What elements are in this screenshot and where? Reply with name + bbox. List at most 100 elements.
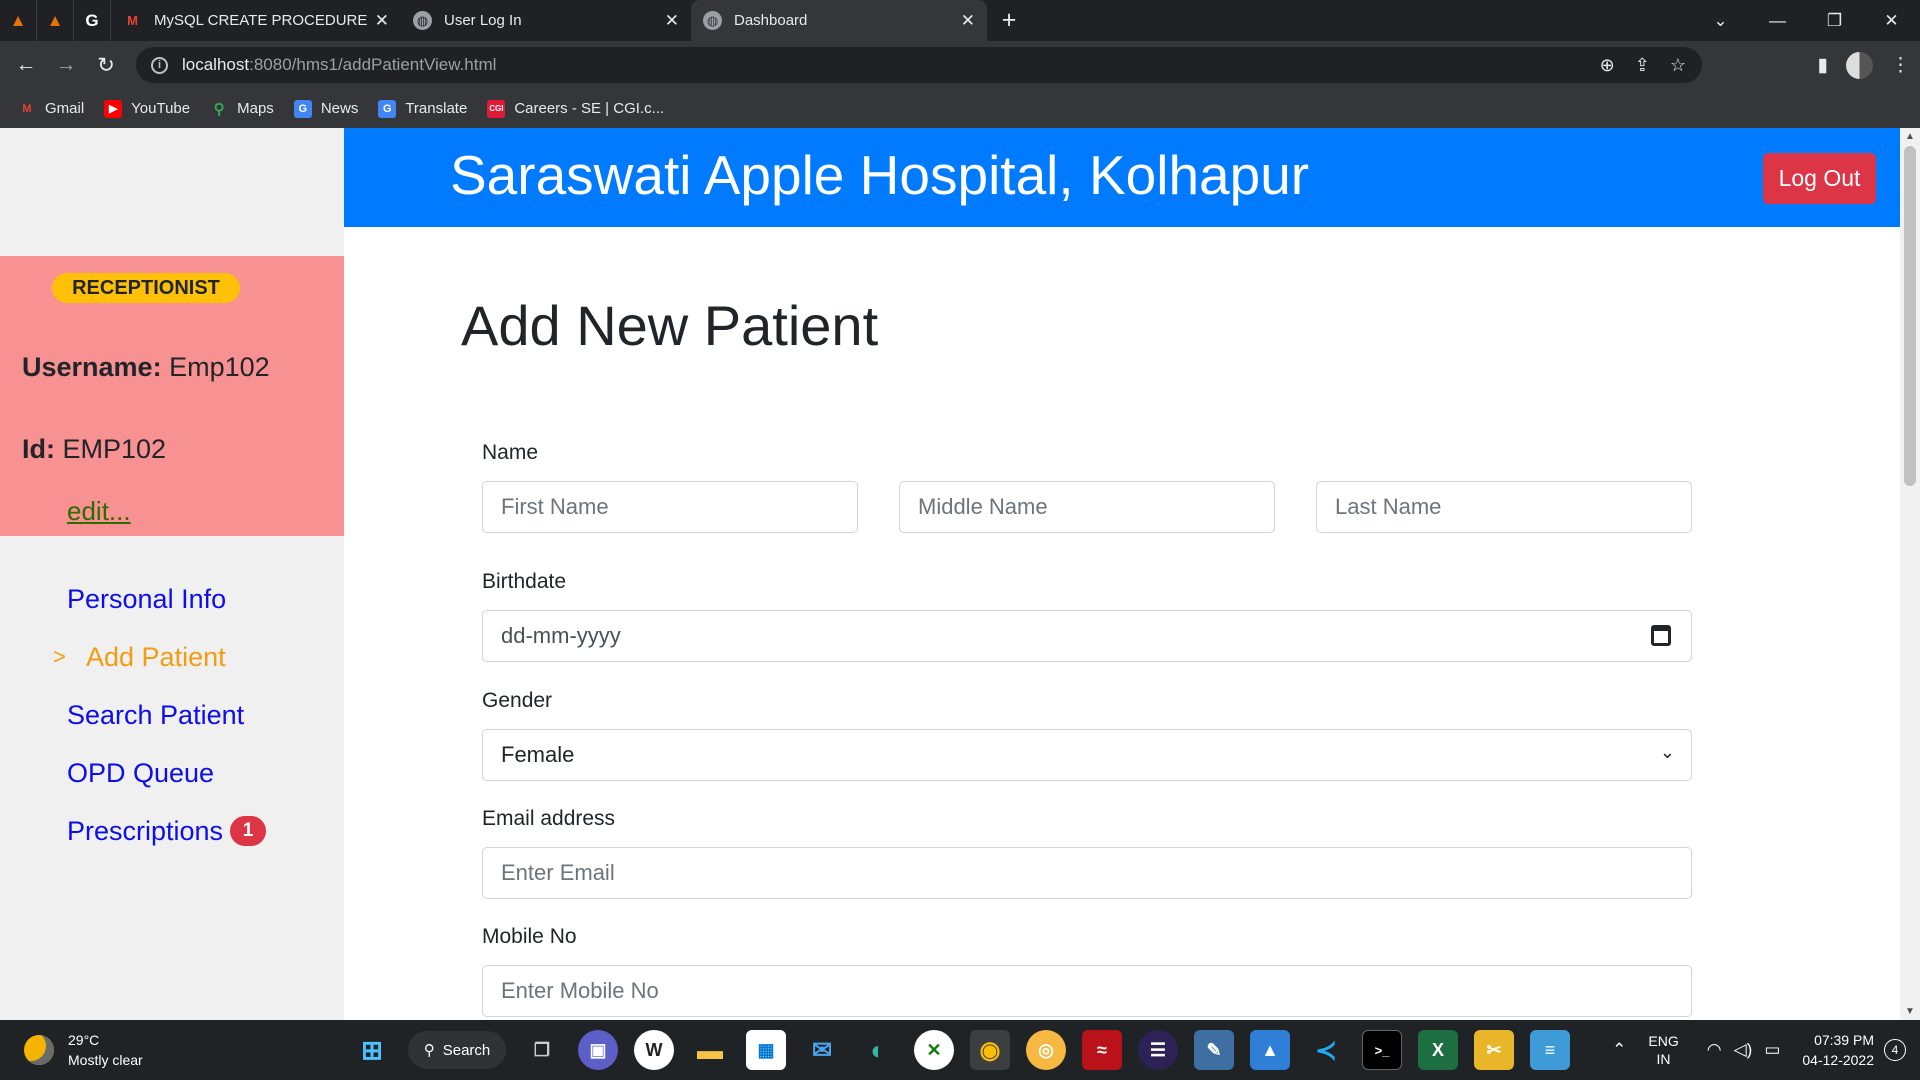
- role-badge: RECEPTIONIST: [52, 273, 240, 303]
- chevron-up-icon[interactable]: ⌃: [1612, 1040, 1626, 1060]
- notification-count-badge[interactable]: 4: [1884, 1039, 1906, 1061]
- side-panel-icon[interactable]: ▮: [1818, 54, 1828, 77]
- teams-icon[interactable]: ▣: [578, 1030, 618, 1070]
- email-label: Email address: [482, 807, 616, 830]
- id-value: EMP102: [62, 434, 167, 464]
- middle-name-input[interactable]: Middle Name: [899, 481, 1275, 533]
- terminal-icon[interactable]: >_: [1362, 1030, 1402, 1070]
- id-row: Id: EMP102: [22, 434, 166, 465]
- task-view-icon[interactable]: ❐: [522, 1030, 562, 1070]
- tab-mysql[interactable]: M MySQL CREATE PROCEDURE By P ✕: [111, 0, 401, 41]
- minimize-icon[interactable]: —: [1749, 11, 1806, 31]
- edge-icon[interactable]: ◐: [858, 1030, 898, 1070]
- profile-avatar[interactable]: [1846, 51, 1873, 79]
- tab-title: MySQL CREATE PROCEDURE By P: [154, 12, 367, 29]
- tab-title: User Log In: [444, 12, 522, 29]
- bookmark-translate[interactable]: G Translate: [378, 99, 467, 118]
- nav-label: Personal Info: [67, 583, 227, 614]
- user-profile-card: RECEPTIONIST Username: Emp102 Id: EMP102…: [0, 256, 344, 536]
- excel-icon[interactable]: X: [1418, 1030, 1458, 1070]
- forward-icon[interactable]: →: [46, 53, 86, 77]
- clock-date: 04-12-2022: [1802, 1052, 1874, 1068]
- site-info-icon[interactable]: i: [151, 56, 168, 74]
- wordpad-icon[interactable]: W: [634, 1030, 674, 1070]
- mysql-workbench-icon[interactable]: ≈: [1082, 1030, 1122, 1070]
- gender-select[interactable]: Female ⌄: [482, 729, 1692, 781]
- mail-icon[interactable]: ✉: [802, 1030, 842, 1070]
- page-scrollbar[interactable]: ▲ ▼: [1900, 128, 1920, 1020]
- windows-taskbar: 29°C Mostly clear ⊞ ⚲ Search ❐ ▣ W ▬ ▦ ✉ …: [0, 1020, 1920, 1080]
- close-tab-icon[interactable]: ✕: [375, 11, 389, 31]
- search-label: Search: [442, 1041, 491, 1059]
- brave-icon[interactable]: ◎: [1026, 1030, 1066, 1070]
- logout-button[interactable]: Log Out: [1763, 153, 1876, 204]
- windows-start-icon[interactable]: ⊞: [352, 1030, 392, 1070]
- zoom-icon[interactable]: ⊕: [1600, 55, 1615, 76]
- gmail-like-icon: M: [127, 13, 138, 28]
- nav-label: Add Patient: [86, 641, 226, 672]
- bookmark-gmail[interactable]: M Gmail: [18, 100, 84, 118]
- bookmark-label: News: [320, 100, 359, 117]
- search-icon: ⚲: [423, 1042, 435, 1059]
- bookmark-star-icon[interactable]: ☆: [1670, 55, 1686, 76]
- tab-user-login[interactable]: ◍ User Log In ✕: [401, 0, 691, 41]
- chrome-icon[interactable]: ◉: [970, 1030, 1010, 1070]
- tab-search-icon[interactable]: ⌄: [1692, 11, 1749, 31]
- microsoft-store-icon[interactable]: ▦: [746, 1030, 786, 1070]
- address-bar[interactable]: i localhost:8080/hms1/addPatientView.htm…: [136, 47, 1702, 83]
- header-banner: Saraswati Apple Hospital, Kolhapur Log O…: [344, 128, 1900, 227]
- notepad-icon[interactable]: ≡: [1530, 1030, 1570, 1070]
- nav-prescriptions[interactable]: Prescriptions 1: [0, 802, 344, 860]
- language-indicator[interactable]: ENG IN: [1648, 1032, 1678, 1068]
- sql-tool-icon[interactable]: ✎: [1194, 1030, 1234, 1070]
- tab-dashboard[interactable]: ◍ Dashboard ✕: [691, 0, 987, 41]
- bookmark-careers[interactable]: CGI Careers - SE | CGI.c...: [487, 99, 664, 118]
- calendar-icon[interactable]: [1651, 625, 1671, 646]
- weather-moon-icon: [24, 1035, 54, 1065]
- scroll-down-icon[interactable]: ▼: [1900, 1003, 1920, 1020]
- globe-icon: ◍: [703, 11, 722, 30]
- nav-personal-info[interactable]: Personal Info: [0, 570, 344, 628]
- clock[interactable]: 07:39 PM 04-12-2022: [1802, 1030, 1874, 1070]
- scroll-up-icon[interactable]: ▲: [1900, 128, 1920, 145]
- bookmark-maps[interactable]: ⚲ Maps: [210, 100, 274, 118]
- last-name-input[interactable]: Last Name: [1316, 481, 1692, 533]
- birthdate-input[interactable]: dd-mm-yyyy: [482, 610, 1692, 662]
- close-tab-icon[interactable]: ✕: [665, 11, 679, 31]
- eclipse-icon[interactable]: ☰: [1138, 1030, 1178, 1070]
- weather-widget[interactable]: 29°C Mostly clear: [24, 1030, 143, 1070]
- pinned-tab-2[interactable]: ▲: [37, 0, 74, 41]
- nav-add-patient[interactable]: > Add Patient: [0, 628, 344, 686]
- file-explorer-icon[interactable]: ▬: [690, 1030, 730, 1070]
- browser-tab-strip: ▲ ▲ G M MySQL CREATE PROCEDURE By P ✕ ◍ …: [0, 0, 1920, 41]
- mobile-input[interactable]: Enter Mobile No: [482, 965, 1692, 1017]
- url-host: localhost: [182, 55, 250, 74]
- menu-icon[interactable]: ⋮: [1891, 54, 1910, 77]
- nav-search-patient[interactable]: Search Patient: [0, 686, 344, 744]
- pinned-tab-google[interactable]: G: [74, 0, 111, 41]
- bookmark-youtube[interactable]: ▶ YouTube: [104, 99, 190, 118]
- photos-icon[interactable]: ▲: [1250, 1030, 1290, 1070]
- bookmark-news[interactable]: G News: [293, 99, 359, 118]
- vscode-icon[interactable]: ≺: [1306, 1030, 1346, 1070]
- maps-icon: ⚲: [213, 100, 225, 118]
- pinned-tab-1[interactable]: ▲: [0, 0, 37, 41]
- nav-opd-queue[interactable]: OPD Queue: [0, 744, 344, 802]
- app-icon: ▲: [46, 10, 64, 30]
- restore-icon[interactable]: ❐: [1806, 11, 1863, 31]
- scrollbar-thumb[interactable]: [1904, 146, 1916, 486]
- close-tab-icon[interactable]: ✕: [961, 11, 975, 31]
- back-icon[interactable]: ←: [6, 53, 46, 77]
- edit-profile-link[interactable]: edit...: [67, 496, 131, 527]
- close-window-icon[interactable]: ✕: [1863, 11, 1920, 31]
- new-tab-button[interactable]: +: [987, 0, 1031, 41]
- status-icons[interactable]: ◠ ◁) ▭: [1707, 1040, 1781, 1060]
- paint-icon[interactable]: ✂: [1474, 1030, 1514, 1070]
- taskbar-search-button[interactable]: ⚲ Search: [408, 1031, 506, 1069]
- reload-icon[interactable]: ↻: [86, 53, 126, 78]
- first-name-input[interactable]: First Name: [482, 481, 858, 533]
- window-controls: ⌄ — ❐ ✕: [1692, 0, 1920, 41]
- email-input[interactable]: Enter Email: [482, 847, 1692, 899]
- share-icon[interactable]: ⇪: [1635, 55, 1650, 76]
- xbox-icon[interactable]: ✕: [914, 1030, 954, 1070]
